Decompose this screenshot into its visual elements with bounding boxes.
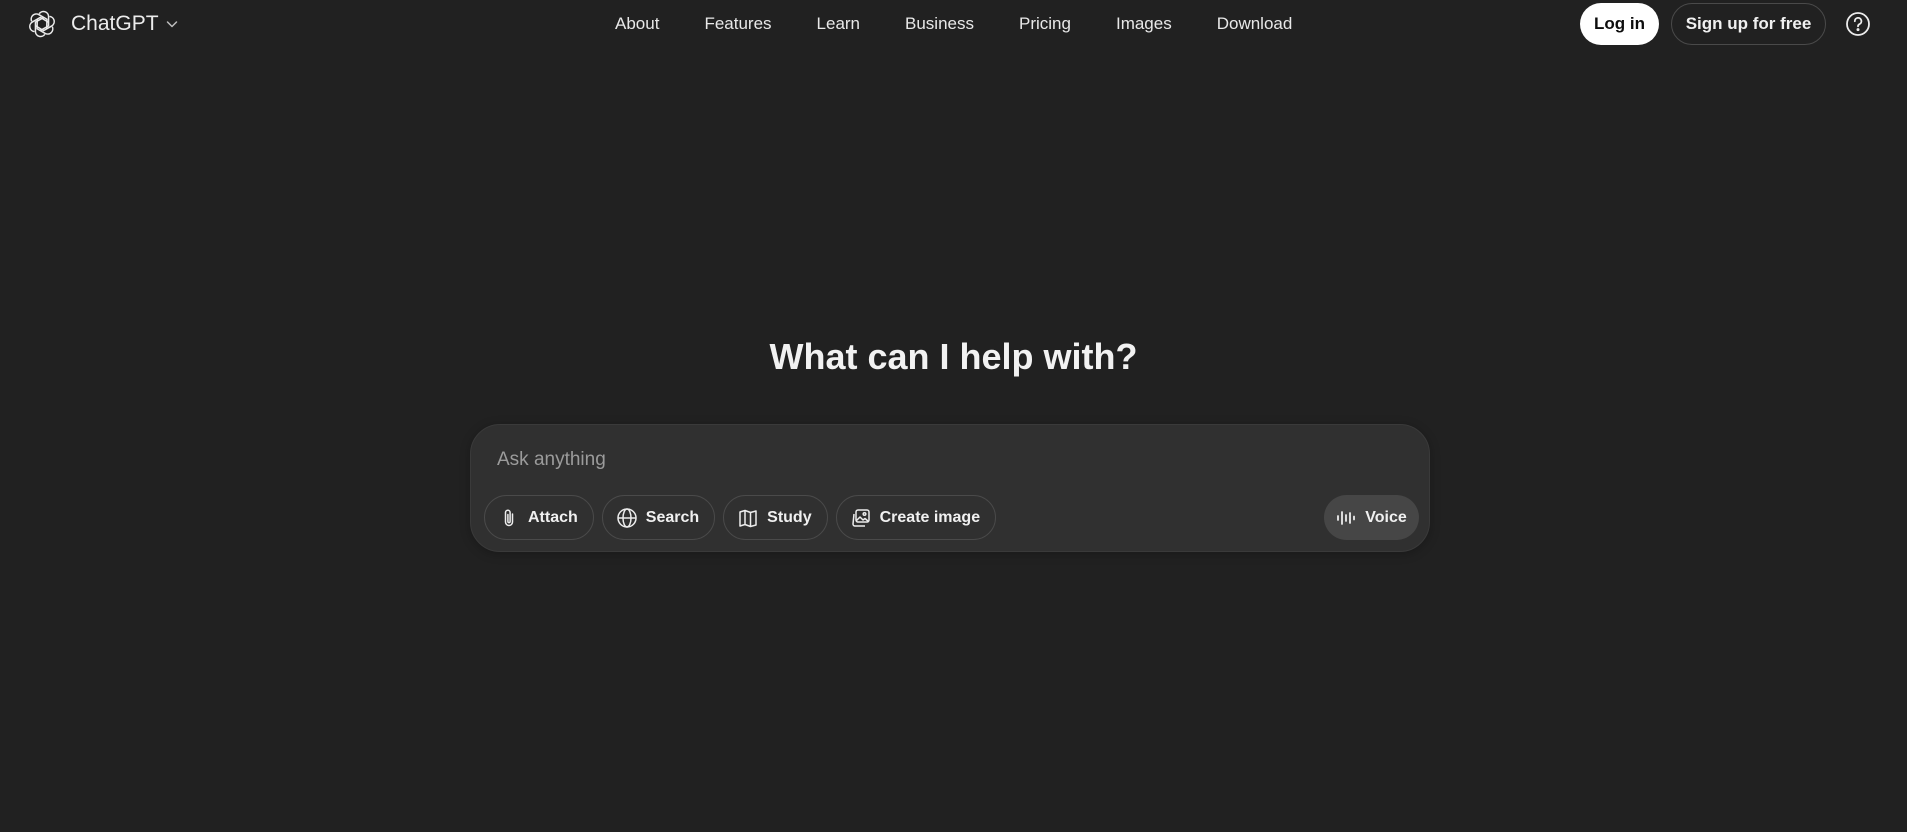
nav-images[interactable]: Images <box>1116 12 1172 36</box>
login-button[interactable]: Log in <box>1580 3 1659 45</box>
chatgpt-page: ChatGPT About Features Learn Business Pr… <box>0 0 1907 832</box>
paperclip-icon <box>504 508 514 526</box>
nav-pricing[interactable]: Pricing <box>1019 12 1071 36</box>
search-button[interactable]: Search <box>601 495 716 540</box>
signup-button[interactable]: Sign up for free <box>1671 3 1826 45</box>
nav-learn[interactable]: Learn <box>817 12 860 36</box>
prompt-composer: Attach Search Study <box>470 424 1430 552</box>
top-header: ChatGPT About Features Learn Business Pr… <box>0 0 1907 48</box>
study-button[interactable]: Study <box>723 495 828 540</box>
nav-business[interactable]: Business <box>905 12 974 36</box>
image-icon <box>851 508 870 527</box>
create-image-label: Create image <box>879 508 981 526</box>
nav-features[interactable]: Features <box>704 12 771 36</box>
globe-icon <box>617 507 637 528</box>
voice-waveform-icon <box>1337 510 1356 525</box>
attach-label: Attach <box>528 508 578 526</box>
help-circle-icon[interactable] <box>1845 11 1871 37</box>
chevron-down-icon <box>166 21 177 28</box>
nav-download[interactable]: Download <box>1217 12 1293 36</box>
voice-button[interactable]: Voice <box>1324 495 1419 540</box>
openai-logo-icon <box>29 10 55 38</box>
nav-about[interactable]: About <box>615 12 659 36</box>
model-switcher[interactable]: ChatGPT <box>27 8 179 40</box>
create-image-button[interactable]: Create image <box>835 495 997 540</box>
main-nav: About Features Learn Business Pricing Im… <box>615 12 1292 36</box>
study-label: Study <box>767 508 812 526</box>
attach-button[interactable]: Attach <box>484 495 594 540</box>
search-label: Search <box>645 508 700 526</box>
page-headline: What can I help with? <box>769 336 1138 377</box>
composer-tools: Attach Search Study Create image <box>484 495 997 540</box>
brand-name: ChatGPT <box>71 12 159 35</box>
voice-label: Voice <box>1365 508 1407 526</box>
book-icon <box>739 509 757 527</box>
prompt-input[interactable] <box>497 445 1397 475</box>
